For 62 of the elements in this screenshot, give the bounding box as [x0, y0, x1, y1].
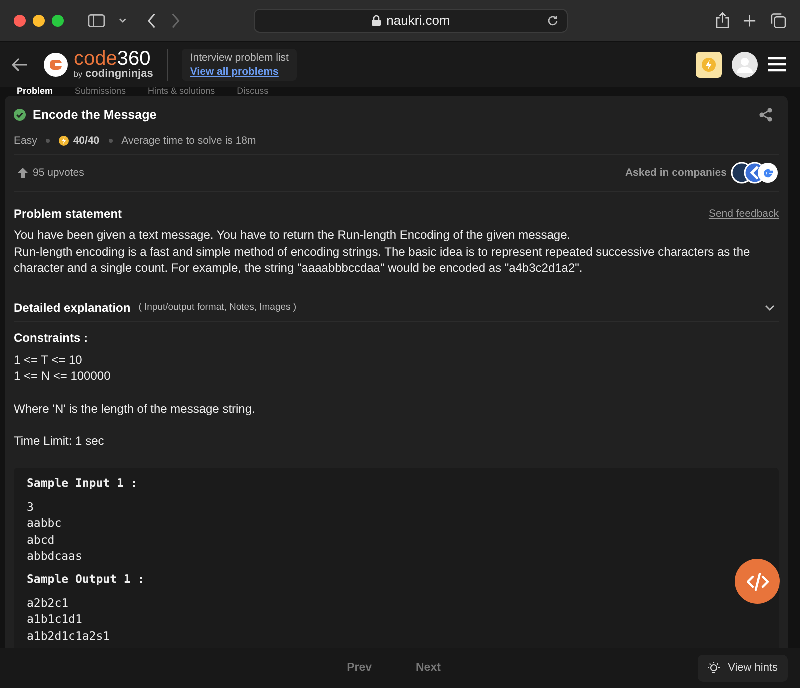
- companies-label: Asked in companies: [625, 167, 727, 179]
- sample-line: 3: [27, 498, 34, 515]
- share-icon[interactable]: [759, 108, 773, 122]
- chevron-icon: [765, 304, 775, 310]
- sample-line: aabbc: [27, 515, 62, 532]
- sample-line: a1b1c1d1: [27, 611, 82, 628]
- lightbulb-icon: [708, 662, 720, 674]
- company-logos-icon: [731, 162, 779, 184]
- constraints-heading: Constraints :: [14, 330, 90, 344]
- new-tab-icon[interactable]: [743, 14, 757, 28]
- view-all-problems-link[interactable]: View all problems: [190, 66, 289, 78]
- tab[interactable]: Hints & solutions: [148, 87, 216, 96]
- tab[interactable]: Discuss: [237, 87, 269, 96]
- view-hints-button[interactable]: View hints: [698, 654, 788, 682]
- lightning-icon: [702, 58, 716, 72]
- reload-icon[interactable]: [546, 14, 558, 26]
- next-button[interactable]: Next: [416, 662, 441, 674]
- tab[interactable]: Submissions: [75, 87, 126, 96]
- list-subtitle: Interview problem list: [190, 52, 289, 64]
- upvote-button[interactable]: 95 upvotes: [14, 164, 88, 182]
- menu-icon[interactable]: [768, 57, 786, 72]
- avatar-icon[interactable]: [732, 52, 758, 78]
- code-icon: [746, 572, 768, 590]
- tabs-overview-icon[interactable]: [770, 12, 786, 28]
- logo-byline: by codingninjas: [74, 69, 154, 80]
- back-icon[interactable]: [147, 12, 157, 28]
- send-feedback-link[interactable]: Send feedback: [708, 208, 779, 220]
- note-text: Where 'N' is the length of the message string.: [14, 400, 256, 417]
- sample-heading: Sample Output 1 :: [27, 570, 145, 586]
- statement-paragraph: Run-length encoding is a fast and simple method of encoding strings. The basic idea is to represent repeated successive characters as the character and a single count. For example, the string "aaaabbbccdaa" would be encoded as "a4b3c2d1a2".: [14, 244, 752, 276]
- chevron-down-icon[interactable]: [119, 18, 128, 24]
- sample-line: abbdcaas: [27, 548, 82, 564]
- sample-line: a2b2c1: [27, 594, 69, 611]
- back-arrow-icon[interactable]: [12, 58, 28, 72]
- problem-title: Encode the Message: [33, 108, 157, 122]
- zoom-button[interactable]: [52, 14, 64, 26]
- sample-heading: Sample Input 1 :: [27, 474, 138, 490]
- sample-line: a1b2d1c1a2s1: [27, 628, 110, 644]
- logo-wordmark: code360: [74, 49, 151, 69]
- share-icon[interactable]: [716, 12, 730, 29]
- address-bar[interactable]: naukri.com: [254, 8, 568, 32]
- difficulty-label: Easy: [14, 135, 38, 147]
- tab[interactable]: Problem: [17, 87, 54, 96]
- score-label: 40/40: [73, 135, 100, 147]
- detailed-explanation-toggle[interactable]: Detailed explanation ( Input/output format, Notes, Images ): [14, 294, 779, 322]
- constraint-line: 1 <= T <= 10: [14, 352, 82, 368]
- average-time-label: Average time to solve is 18m: [122, 135, 256, 147]
- note-text: Time Limit: 1 sec: [14, 433, 104, 450]
- minimize-button[interactable]: [33, 14, 45, 26]
- constraint-line: 1 <= N <= 100000: [14, 368, 111, 384]
- coin-icon: [59, 136, 70, 146]
- lock-icon: [372, 15, 381, 26]
- statement-paragraph: You have been given a text message. You have to return the Run-length Encoding of the given message.: [14, 227, 572, 244]
- sidebar-icon[interactable]: [88, 14, 106, 28]
- prev-button[interactable]: Prev: [347, 662, 372, 674]
- sample-line: abcd: [27, 532, 55, 548]
- forward-icon[interactable]: [170, 12, 180, 28]
- up-arrow-icon: [18, 168, 28, 178]
- section-heading: Problem statement: [14, 207, 122, 221]
- close-button[interactable]: [14, 14, 26, 26]
- streak-button[interactable]: [696, 52, 722, 78]
- logo-icon: [44, 52, 68, 76]
